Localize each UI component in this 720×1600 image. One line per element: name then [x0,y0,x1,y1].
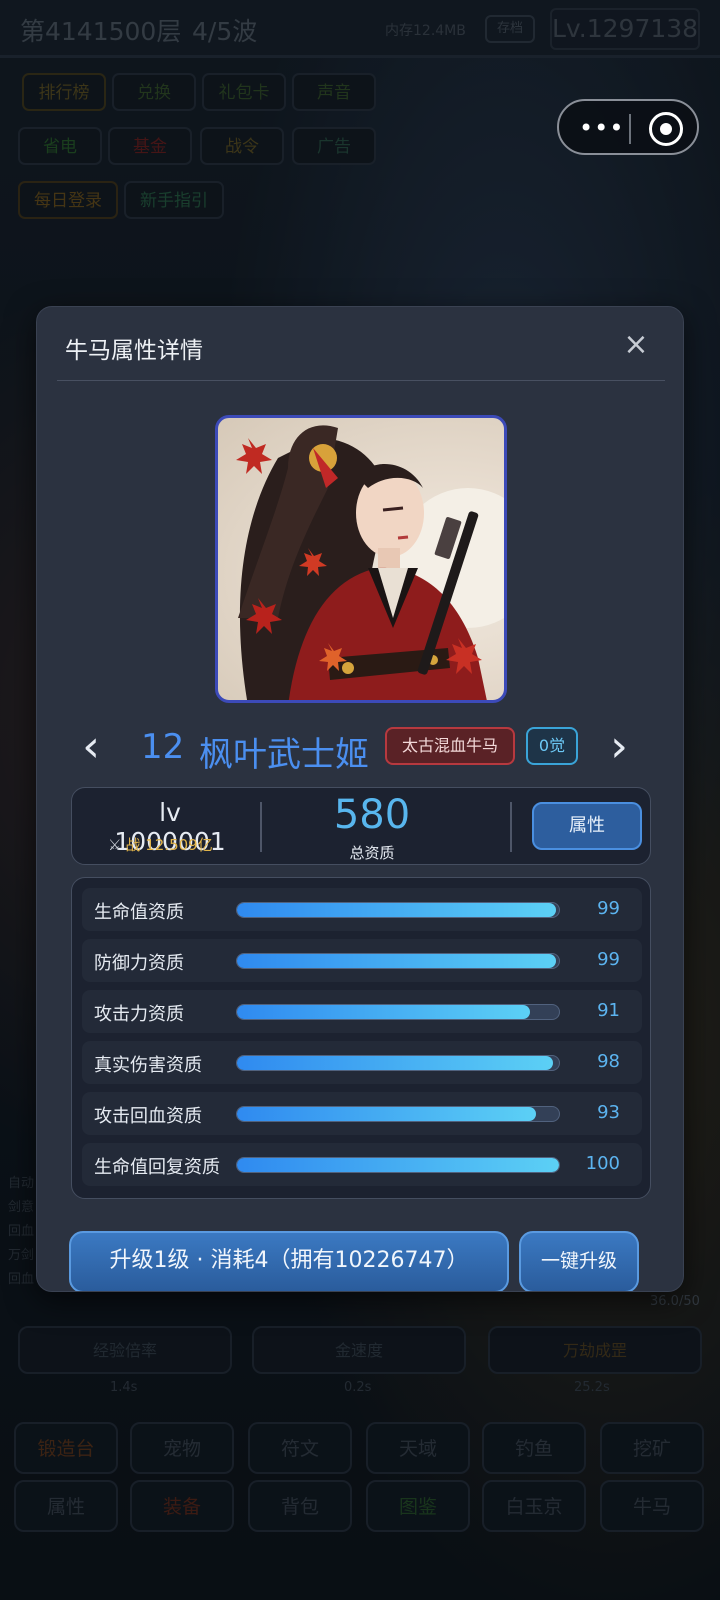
stat-bar [236,953,560,969]
stat-label: 真实伤害资质 [94,1055,202,1076]
title-divider [57,380,665,381]
stat-bar-fill [237,1107,537,1121]
stat-row: 攻击回血资质 93 [82,1092,642,1135]
stat-label: 生命值回复资质 [94,1157,220,1178]
stat-value: 91 [597,1000,620,1021]
more-dots-icon[interactable]: ••• [579,114,624,142]
total-aptitude-label: 总资质 [349,844,395,862]
close-icon[interactable]: × [619,329,653,363]
stat-row: 攻击力资质 91 [82,990,642,1033]
total-aptitude-value: 580 [333,792,411,838]
stat-row: 生命值回复资质 100 [82,1143,642,1186]
hero-summary-panel: lv 1000001 ⚔ 战 12.509亿 580 总资质 属性 [71,787,651,865]
stat-bar-fill [237,954,556,968]
stat-bar-fill [237,903,556,917]
stat-bar-fill [237,1158,559,1172]
record-icon[interactable] [649,112,683,146]
stat-label: 生命值资质 [94,902,184,923]
summary-divider [260,802,262,852]
awaken-badge: 0觉 [526,727,578,765]
stat-value: 93 [597,1102,620,1123]
stat-bar-fill [237,1005,531,1019]
power-value: 战 12.509亿 [125,836,213,854]
stat-row: 真实伤害资质 98 [82,1041,642,1084]
hero-portrait [215,415,507,703]
prev-hero-button[interactable]: ‹ [73,725,109,771]
miniprogram-capsule: ••• [557,99,699,155]
stat-bar-fill [237,1056,553,1070]
stat-label: 攻击回血资质 [94,1106,202,1127]
stat-value: 100 [585,1153,620,1174]
stat-bar [236,1055,560,1071]
hero-detail-modal: 牛马属性详情 × ‹ 12 枫叶武士姬 太古混血牛马 0觉 › lv 10000… [36,306,684,1292]
hero-number: 12 [141,727,185,767]
stat-bar [236,1106,560,1122]
stat-label: 防御力资质 [94,953,184,974]
capsule-divider [629,114,631,144]
stat-bar [236,1157,560,1173]
bloodline-badge: 太古混血牛马 [385,727,515,765]
attributes-button[interactable]: 属性 [532,802,642,850]
hero-portrait-art [236,425,504,700]
stat-bar [236,902,560,918]
hero-power: ⚔ 战 12.509亿 [108,834,213,855]
next-hero-button[interactable]: › [601,725,637,771]
aptitude-list: 生命值资质 99 防御力资质 99 攻击力资质 91 真实伤害资质 98 攻击回… [71,877,651,1199]
stat-value: 98 [597,1051,620,1072]
stat-bar [236,1004,560,1020]
stat-label: 攻击力资质 [94,1004,184,1025]
stat-value: 99 [597,949,620,970]
stat-value: 99 [597,898,620,919]
crossed-swords-icon: ⚔ [108,836,122,854]
modal-title: 牛马属性详情 [65,338,203,364]
summary-divider [510,802,512,852]
stat-row: 生命值资质 99 [82,888,642,931]
stat-row: 防御力资质 99 [82,939,642,982]
upgrade-button[interactable]: 升级1级 · 消耗4（拥有10226747） [69,1231,509,1291]
one-key-upgrade-button[interactable]: 一键升级 [519,1231,639,1291]
hero-name: 枫叶武士姬 [199,735,369,775]
